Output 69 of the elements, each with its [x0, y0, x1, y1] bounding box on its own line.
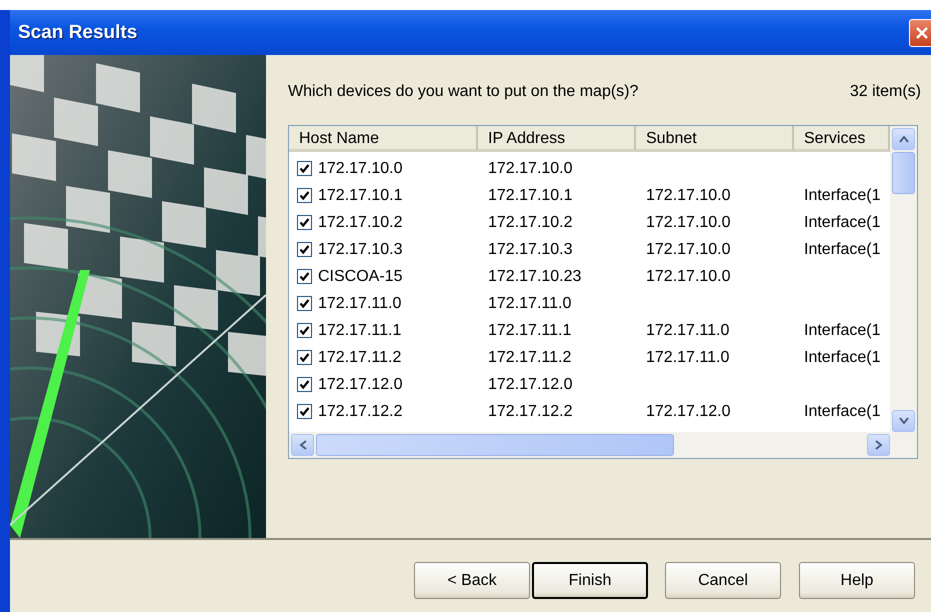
- row-checkbox[interactable]: [297, 269, 312, 284]
- table-cell-text: Interface(1: [803, 240, 882, 258]
- scroll-down-button[interactable]: [892, 410, 915, 432]
- table-cell-text: 172.17.10.2: [487, 214, 574, 232]
- table-cell-text: 172.17.11.0: [645, 348, 730, 366]
- scrollbar-corner: [890, 432, 917, 458]
- table-cell: 172.17.10.3: [318, 240, 403, 258]
- table-cell-text: Interface(1: [803, 402, 882, 420]
- row-checkbox[interactable]: [297, 161, 312, 176]
- table-cell-text: 172.17.10.23: [487, 268, 582, 286]
- scroll-thumb[interactable]: [316, 434, 674, 456]
- horizontal-scrollbar[interactable]: [289, 432, 890, 458]
- row-checkbox[interactable]: [297, 377, 312, 392]
- vertical-scrollbar[interactable]: [890, 126, 917, 432]
- table-cell-text: Interface(1: [803, 214, 882, 232]
- table-cell: 172.17.10.1: [318, 186, 403, 204]
- chevron-down-icon: [898, 417, 908, 425]
- table-cell-text: 172.17.10.0: [645, 268, 732, 286]
- table-cell-text: 172.17.10.3: [487, 240, 574, 258]
- row-checkbox[interactable]: [297, 404, 312, 419]
- table-cell: 172.17.11.1: [318, 322, 402, 340]
- row-checkbox[interactable]: [297, 215, 312, 230]
- table-cell-text: 172.17.11.0: [487, 294, 572, 312]
- close-icon: [915, 26, 929, 40]
- column-header[interactable]: Subnet: [636, 126, 794, 152]
- table-cell-text: 172.17.10.0: [487, 160, 574, 178]
- dialog-button[interactable]: Finish: [532, 562, 648, 599]
- close-button[interactable]: [909, 18, 931, 46]
- table-cell: 172.17.11.2: [318, 348, 402, 366]
- dialog-button[interactable]: < Back: [414, 562, 530, 599]
- table-cell-text: Interface(1: [803, 186, 882, 204]
- column-header[interactable]: IP Address: [478, 126, 636, 152]
- column-header[interactable]: Host Name: [289, 126, 478, 152]
- chevron-left-icon: [298, 440, 306, 450]
- window-title: Scan Results: [17, 22, 138, 44]
- chevron-right-icon: [874, 440, 882, 450]
- table-cell-text: 172.17.12.2: [487, 402, 574, 420]
- table-cell: 172.17.10.2: [318, 214, 403, 232]
- table-cell-text: 172.17.10.0: [645, 240, 732, 258]
- table-cell-text: 172.17.11.1: [487, 322, 572, 340]
- table-cell: CISCOA-15: [318, 268, 402, 286]
- table-cell-text: Interface(1: [803, 322, 882, 340]
- table-cell-text: 172.17.12.0: [645, 402, 732, 420]
- table-cell-text: 172.17.12.0: [487, 376, 574, 394]
- scroll-thumb[interactable]: [892, 152, 915, 194]
- row-checkbox[interactable]: [297, 296, 312, 311]
- scroll-left-button[interactable]: [291, 434, 314, 456]
- table-cell: 172.17.11.0: [318, 294, 402, 312]
- table-cell-text: 172.17.10.0: [645, 186, 732, 204]
- table-cell: 172.17.12.0: [318, 376, 403, 394]
- scroll-right-button[interactable]: [867, 434, 890, 456]
- table-cell-text: 172.17.10.1: [487, 186, 574, 204]
- row-checkbox[interactable]: [297, 323, 312, 338]
- table-cell-text: 172.17.11.2: [487, 348, 572, 366]
- prompt-text: Which devices do you want to put on the map(s)?: [288, 83, 638, 101]
- row-checkbox[interactable]: [297, 188, 312, 203]
- table-cell-text: 172.17.10.0: [645, 214, 732, 232]
- column-header[interactable]: Services: [794, 126, 890, 152]
- item-count: 32 item(s): [850, 83, 922, 101]
- dialog-button[interactable]: Cancel: [665, 562, 781, 599]
- table-cell: 172.17.10.0: [318, 160, 403, 178]
- table-cell-text: Interface(1: [803, 348, 882, 366]
- dialog-button[interactable]: Help: [799, 562, 915, 599]
- table-cell-text: 172.17.11.0: [645, 322, 730, 340]
- chevron-up-icon: [898, 135, 908, 143]
- table-cell: 172.17.12.2: [318, 402, 403, 420]
- row-checkbox[interactable]: [297, 350, 312, 365]
- row-checkbox[interactable]: [297, 242, 312, 257]
- scroll-up-button[interactable]: [892, 128, 915, 150]
